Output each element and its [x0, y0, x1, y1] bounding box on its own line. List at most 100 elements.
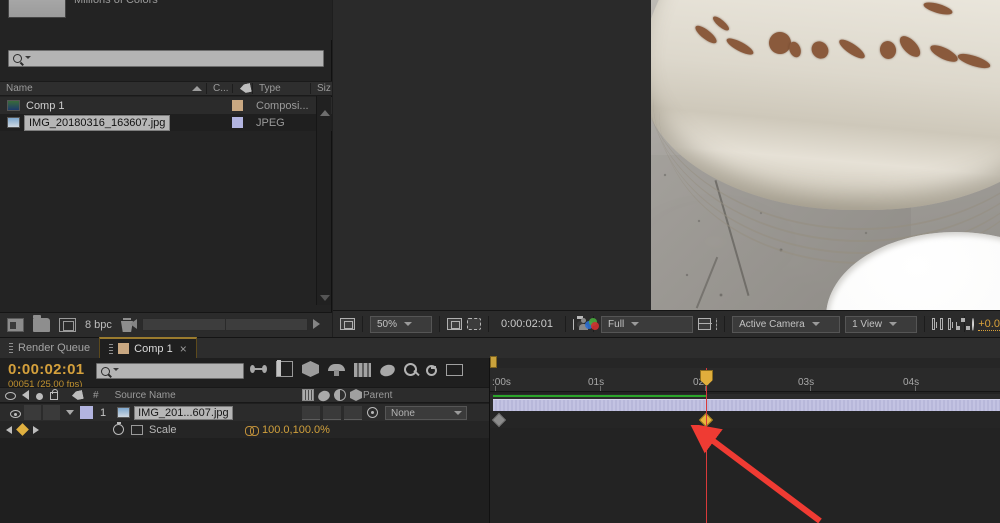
property-value[interactable]: 100.0,100.0%	[262, 424, 330, 436]
current-timecode[interactable]: 0:00:02:01	[8, 361, 84, 378]
camera-view-dropdown[interactable]: Active Camera	[732, 316, 840, 333]
new-3d-layer-icon[interactable]	[302, 361, 319, 377]
quality-switch[interactable]	[302, 406, 320, 420]
column-header-name[interactable]: Name	[0, 83, 206, 94]
constrain-proportions-icon[interactable]	[245, 426, 257, 434]
add-keyframe-icon[interactable]	[16, 423, 29, 436]
parent-pick-whip-icon[interactable]	[367, 407, 378, 418]
column-label-index: #	[93, 390, 99, 401]
pixel-aspect-correction-icon[interactable]	[932, 318, 935, 330]
tab-comp-1[interactable]: Comp 1 ×	[99, 337, 197, 358]
property-name[interactable]: Scale	[149, 424, 177, 436]
new-folder-icon[interactable]	[33, 318, 50, 332]
label-color-swatch[interactable]	[232, 117, 243, 128]
timeline-search-box[interactable]	[96, 363, 244, 379]
playhead-line[interactable]	[706, 368, 707, 523]
timeline-current-time[interactable]: 0:00:02:01 00051 (25.00 fps)	[8, 361, 84, 390]
parent-dropdown[interactable]: None	[385, 406, 467, 420]
time-ruler[interactable]: :00s 01s 02s 03s 04s	[490, 368, 1000, 392]
graph-editor-icon[interactable]	[328, 361, 345, 377]
scroll-right-icon[interactable]	[313, 319, 320, 329]
jpeg-icon	[7, 117, 20, 128]
composition-viewer[interactable]	[333, 0, 1000, 310]
project-search-box[interactable]	[8, 50, 324, 67]
audio-toggle[interactable]	[24, 405, 41, 420]
brainstorm-icon[interactable]	[354, 363, 371, 377]
show-channel-icon[interactable]	[585, 318, 586, 330]
project-horizontal-scrollbar[interactable]	[130, 314, 320, 334]
audio-icon	[22, 390, 29, 400]
enable-motion-blur-icon[interactable]	[250, 361, 267, 377]
previous-keyframe-icon[interactable]	[6, 426, 12, 434]
magnification-dropdown[interactable]: 50%	[370, 316, 432, 333]
timeline-layer-row[interactable]: 1 IMG_201...607.jpg None	[0, 404, 489, 421]
new-composition-icon[interactable]	[7, 318, 24, 332]
timeline-search[interactable]	[96, 363, 244, 379]
layer-index: 1	[100, 407, 106, 419]
column-header-size[interactable]: Siz	[310, 83, 332, 94]
effects-switch[interactable]	[323, 406, 341, 420]
toggle-transparency-grid-icon[interactable]	[340, 318, 355, 330]
column-header-comment[interactable]: C...	[206, 83, 232, 94]
viewer-timecode[interactable]: 0:00:02:01	[496, 318, 558, 330]
close-icon[interactable]: ×	[180, 342, 187, 356]
scroll-up-icon[interactable]	[320, 110, 330, 116]
show-snapshot-icon[interactable]	[579, 318, 580, 330]
region-of-interest-icon[interactable]	[447, 318, 462, 330]
divider	[924, 316, 925, 332]
solo-toggle[interactable]	[43, 405, 60, 420]
layer-duration-bar[interactable]	[493, 399, 1000, 411]
label-color-swatch[interactable]	[232, 100, 243, 111]
draft-3d-icon[interactable]	[276, 361, 293, 377]
project-column-headers: Name C... Type Siz	[0, 81, 332, 96]
column-label-name: Name	[6, 83, 33, 94]
exposure-icon[interactable]	[972, 318, 973, 331]
layer-switches[interactable]	[302, 406, 362, 420]
project-header: Millions of Colors	[0, 0, 332, 40]
exposure-value[interactable]: +0.0	[978, 318, 1000, 331]
motion-blur-switch[interactable]	[344, 406, 362, 420]
expand-layer-icon[interactable]	[66, 410, 74, 415]
auto-keyframe-icon[interactable]	[426, 365, 437, 376]
resolution-dropdown[interactable]: Full	[601, 316, 693, 333]
transparency-checker-icon[interactable]	[716, 318, 717, 330]
view-layout-dropdown[interactable]: 1 View	[845, 316, 917, 333]
video-toggle-icon[interactable]	[10, 410, 21, 418]
project-item-comp1[interactable]: Comp 1 Composi...	[0, 97, 332, 114]
graph-editor-property-icon[interactable]	[131, 425, 143, 435]
tab-render-queue[interactable]: Render Queue	[0, 337, 99, 358]
time-tick	[915, 386, 916, 391]
scroll-left-icon[interactable]	[130, 319, 137, 329]
comp-flowchart-icon[interactable]	[956, 318, 957, 330]
column-header-type[interactable]: Type	[252, 83, 310, 94]
search-layer-icon[interactable]	[404, 363, 417, 376]
stopwatch-icon[interactable]	[113, 424, 124, 435]
layer-source-name[interactable]: IMG_201...607.jpg	[134, 406, 233, 420]
take-snapshot-icon[interactable]	[573, 319, 574, 330]
keyframe-navigator[interactable]	[6, 425, 39, 434]
timeline-flowchart-icon[interactable]	[948, 318, 951, 330]
graph-curve-icon[interactable]	[446, 364, 463, 376]
toggle-mask-visibility-icon[interactable]	[467, 318, 481, 330]
work-area-start-marker[interactable]	[490, 356, 497, 368]
divider	[565, 316, 566, 332]
layer-label-color[interactable]	[80, 406, 93, 419]
timeline-track-area[interactable]: :00s 01s 02s 03s 04s	[489, 358, 1000, 523]
toggle-grid-icon[interactable]	[698, 318, 711, 330]
property-track-row[interactable]	[490, 411, 1000, 428]
motion-sketch-icon[interactable]	[379, 362, 397, 377]
project-item-type: Composi...	[256, 100, 309, 112]
column-header-label[interactable]	[232, 84, 252, 93]
project-item-name[interactable]: IMG_20180316_163607.jpg	[24, 115, 170, 131]
composition-swatch-icon	[118, 343, 129, 354]
project-vertical-scrollbar[interactable]	[316, 96, 331, 305]
bit-depth-label[interactable]: 8 bpc	[85, 319, 112, 331]
timeline-property-row[interactable]: Scale 100.0,100.0%	[0, 421, 489, 438]
scroll-down-icon[interactable]	[320, 295, 330, 301]
search-icon	[101, 367, 110, 376]
project-search[interactable]	[8, 50, 324, 67]
project-item-image[interactable]: IMG_20180316_163607.jpg JPEG	[0, 114, 332, 131]
color-depth-icon[interactable]	[59, 318, 76, 332]
composition-icon	[7, 100, 20, 111]
next-keyframe-icon[interactable]	[33, 426, 39, 434]
